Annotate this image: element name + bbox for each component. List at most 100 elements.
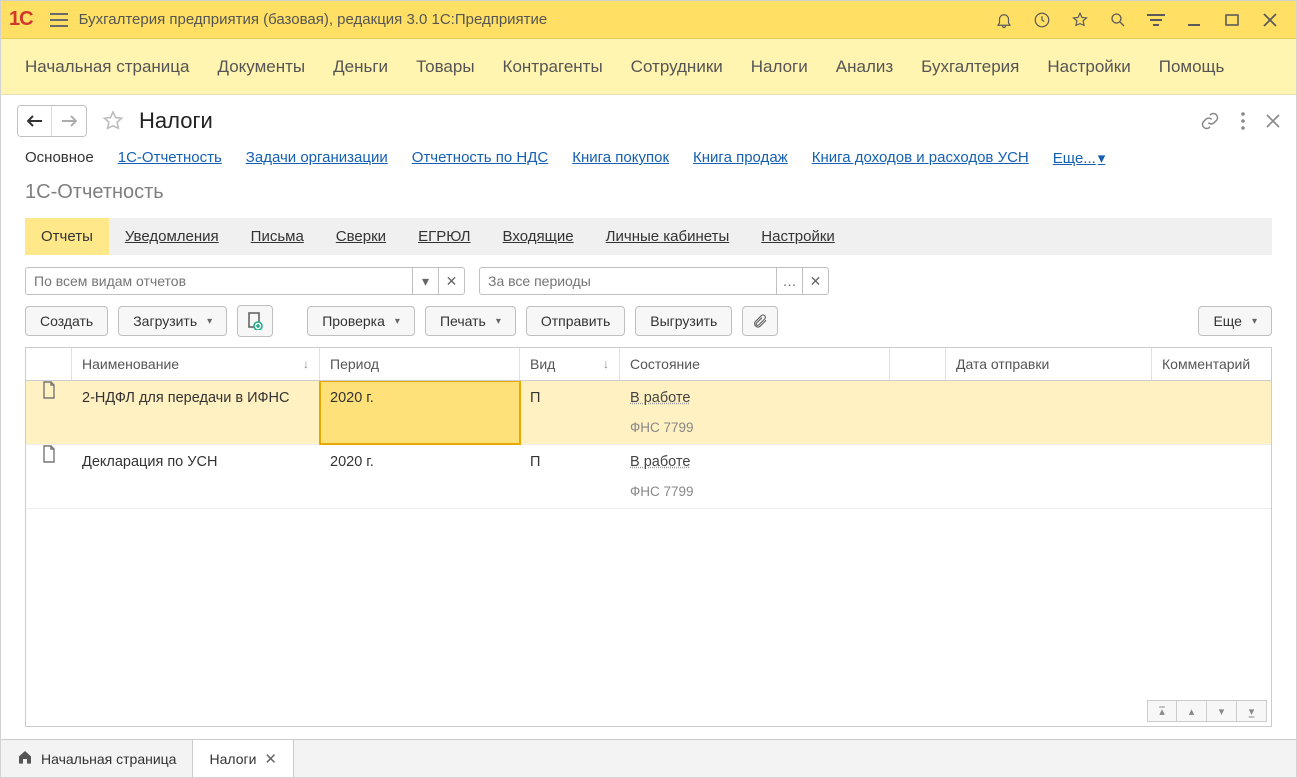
table-row[interactable]: 2-НДФЛ для передачи в ИФНС 2020 г. П В р… xyxy=(26,381,1271,445)
col-name[interactable]: Наименование ↓ xyxy=(72,348,320,380)
col-kind[interactable]: Вид ↓ xyxy=(520,348,620,380)
nav-first-icon[interactable]: ▴̅ xyxy=(1147,700,1177,722)
col-name-label: Наименование xyxy=(82,356,179,372)
star-icon[interactable] xyxy=(1070,10,1090,30)
row-state[interactable]: В работе xyxy=(630,454,690,470)
col-date[interactable]: Дата отправки xyxy=(946,348,1152,380)
more-button[interactable]: Еще xyxy=(1198,306,1272,336)
app-title: Бухгалтерия предприятия (базовая), редак… xyxy=(79,11,994,28)
search-icon[interactable] xyxy=(1108,10,1128,30)
sort-icon-2: ↓ xyxy=(603,357,609,371)
tab-reports[interactable]: Отчеты xyxy=(25,218,109,255)
bottom-tab-taxes[interactable]: Налоги ✕ xyxy=(193,740,294,777)
row-date xyxy=(946,381,1151,398)
nav-back-button[interactable] xyxy=(18,106,52,136)
table-body: 2-НДФЛ для передачи в ИФНС 2020 г. П В р… xyxy=(26,381,1271,696)
bottom-tabs: Начальная страница Налоги ✕ xyxy=(1,739,1296,777)
subnav-main[interactable]: Основное xyxy=(25,149,94,167)
subnav-vat-reporting[interactable]: Отчетность по НДС xyxy=(412,149,549,167)
sort-icon: ↓ xyxy=(303,357,309,371)
table-header: Наименование ↓ Период Вид ↓ Состояние Дата… xyxy=(26,348,1271,381)
maximize-icon[interactable] xyxy=(1222,10,1242,30)
row-agency: ФНС 7799 xyxy=(620,414,889,444)
menu-taxes[interactable]: Налоги xyxy=(751,57,808,77)
main-menu-icon[interactable] xyxy=(47,8,71,32)
ellipsis-icon[interactable]: … xyxy=(776,268,802,294)
nav-last-icon[interactable]: ▾̲ xyxy=(1237,700,1267,722)
subnav-more[interactable]: Еще... ▾ xyxy=(1053,149,1106,167)
close-tab-icon[interactable]: ✕ xyxy=(264,750,277,768)
subnav-usn-book[interactable]: Книга доходов и расходов УСН xyxy=(812,149,1029,167)
menu-settings[interactable]: Настройки xyxy=(1047,57,1130,77)
load-button[interactable]: Загрузить xyxy=(118,306,227,336)
col-state[interactable]: Состояние xyxy=(620,348,890,380)
menu-help[interactable]: Помощь xyxy=(1159,57,1225,77)
send-button[interactable]: Отправить xyxy=(526,306,625,336)
tab-reconciliation[interactable]: Сверки xyxy=(320,218,402,255)
settings-lines-icon[interactable] xyxy=(1146,10,1166,30)
col-state-label: Состояние xyxy=(630,356,700,372)
clear-filter-icon[interactable]: ✕ xyxy=(438,268,464,294)
table-row[interactable]: Декларация по УСН 2020 г. П В работе ФНС… xyxy=(26,445,1271,509)
clear-period-icon[interactable]: ✕ xyxy=(802,268,828,294)
bell-icon[interactable] xyxy=(994,10,1014,30)
tab-settings[interactable]: Настройки xyxy=(745,218,851,255)
history-icon[interactable] xyxy=(1032,10,1052,30)
document-icon xyxy=(26,381,72,444)
kebab-menu-icon[interactable] xyxy=(1240,111,1246,131)
col-kind-label: Вид xyxy=(530,356,555,372)
menu-employees[interactable]: Сотрудники xyxy=(631,57,723,77)
menu-money[interactable]: Деньги xyxy=(333,57,388,77)
nav-up-icon[interactable]: ▴ xyxy=(1177,700,1207,722)
tab-cabinets[interactable]: Личные кабинеты xyxy=(590,218,746,255)
more-label: Еще xyxy=(1213,313,1242,329)
subnav-1c-reporting[interactable]: 1С-Отчетность xyxy=(118,149,222,167)
tab-egrul[interactable]: ЕГРЮЛ xyxy=(402,218,486,255)
row-kind: П xyxy=(520,445,619,478)
menu-documents[interactable]: Документы xyxy=(218,57,306,77)
attach-button[interactable] xyxy=(742,306,778,336)
subnav-more-label: Еще... xyxy=(1053,150,1096,167)
subnav-sales-book[interactable]: Книга продаж xyxy=(693,149,788,167)
filter-period-input[interactable] xyxy=(480,268,776,294)
check-label: Проверка xyxy=(322,313,385,329)
col-icon[interactable] xyxy=(26,348,72,380)
col-comment[interactable]: Комментарий xyxy=(1152,348,1271,380)
bottom-tab-home[interactable]: Начальная страница xyxy=(1,740,193,777)
col-state-extra[interactable] xyxy=(890,348,946,380)
filter-report-type: ▾ ✕ xyxy=(25,267,465,295)
menu-goods[interactable]: Товары xyxy=(416,57,474,77)
menu-home[interactable]: Начальная страница xyxy=(25,57,190,77)
print-button[interactable]: Печать xyxy=(425,306,516,336)
close-icon[interactable] xyxy=(1260,10,1280,30)
report-tabs: Отчеты Уведомления Письма Сверки ЕГРЮЛ В… xyxy=(25,218,1272,255)
close-page-icon[interactable] xyxy=(1266,114,1280,128)
menu-accounting[interactable]: Бухгалтерия xyxy=(921,57,1019,77)
nav-down-icon[interactable]: ▾ xyxy=(1207,700,1237,722)
bottom-tab-home-label: Начальная страница xyxy=(41,751,176,767)
row-comment xyxy=(1152,381,1271,398)
nav-buttons xyxy=(17,105,87,137)
add-file-button[interactable] xyxy=(237,305,273,337)
check-button[interactable]: Проверка xyxy=(307,306,415,336)
filter-row: ▾ ✕ … ✕ xyxy=(1,255,1296,305)
menu-counterparties[interactable]: Контрагенты xyxy=(503,57,603,77)
minimize-icon[interactable] xyxy=(1184,10,1204,30)
tab-letters[interactable]: Письма xyxy=(235,218,320,255)
col-period[interactable]: Период xyxy=(320,348,520,380)
filter-report-type-input[interactable] xyxy=(26,268,412,294)
tab-incoming[interactable]: Входящие xyxy=(487,218,590,255)
page-title: Налоги xyxy=(139,108,213,134)
subnav-purchase-book[interactable]: Книга покупок xyxy=(572,149,669,167)
row-state[interactable]: В работе xyxy=(630,390,690,406)
favorite-star-icon[interactable] xyxy=(99,107,127,135)
tab-notifications[interactable]: Уведомления xyxy=(109,218,235,255)
reports-table: Наименование ↓ Период Вид ↓ Состояние Дата… xyxy=(25,347,1272,727)
subnav-org-tasks[interactable]: Задачи организации xyxy=(246,149,388,167)
export-button[interactable]: Выгрузить xyxy=(635,306,732,336)
link-icon[interactable] xyxy=(1200,111,1220,131)
dropdown-icon[interactable]: ▾ xyxy=(412,268,438,294)
create-button[interactable]: Создать xyxy=(25,306,108,336)
row-comment xyxy=(1152,445,1271,462)
menu-analysis[interactable]: Анализ xyxy=(836,57,893,77)
